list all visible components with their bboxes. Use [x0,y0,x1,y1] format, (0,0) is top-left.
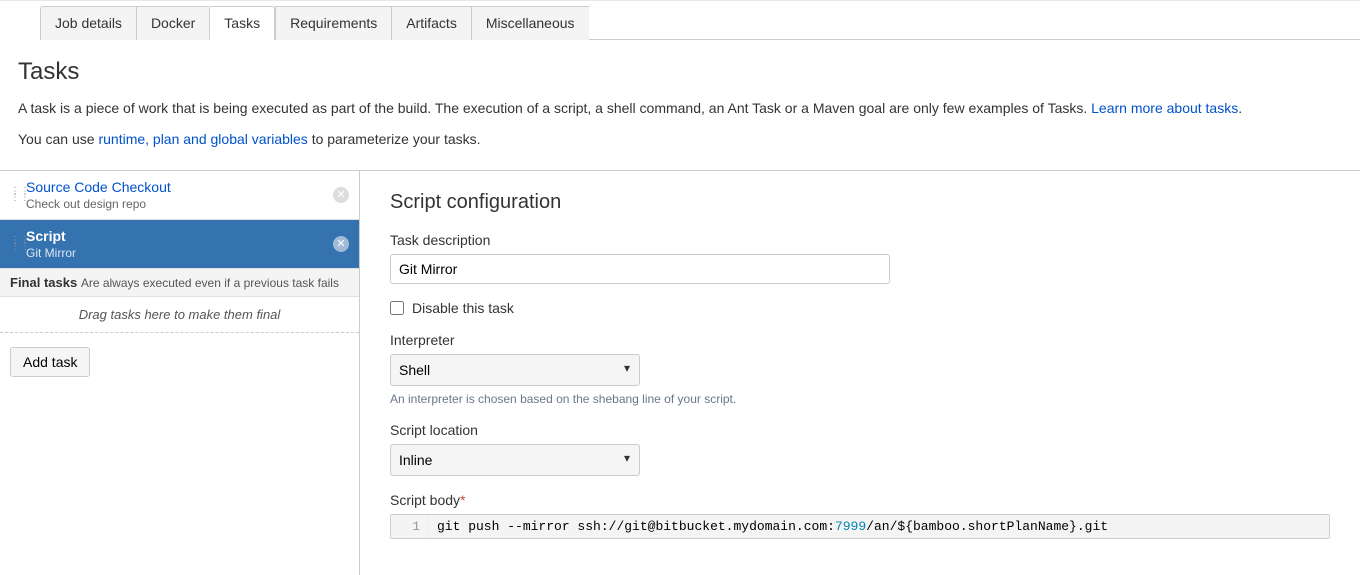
script-body-label: Script body* [390,492,1330,508]
disable-task-label: Disable this task [412,300,514,316]
script-location-label: Script location [390,422,1330,438]
final-tasks-sub: Are always executed even if a previous t… [81,276,339,290]
disable-task-checkbox[interactable] [390,301,404,315]
learn-more-link[interactable]: Learn more about tasks [1091,100,1238,116]
remove-task-icon[interactable]: ✕ [333,187,349,203]
desc-text: A task is a piece of work that is being … [18,100,1091,116]
variables-link[interactable]: runtime, plan and global variables [98,131,307,147]
final-tasks-label: Final tasks [10,275,77,290]
interpreter-select[interactable]: Shell [390,354,640,386]
desc-post: . [1238,100,1242,116]
desc2-pre: You can use [18,131,98,147]
script-body-editor[interactable]: 1 git push --mirror ssh://git@bitbucket.… [390,514,1330,539]
task-description-label: Task description [390,232,1330,248]
tab-docker[interactable]: Docker [136,6,209,40]
interpreter-hint: An interpreter is chosen based on the sh… [390,392,1330,406]
tab-tasks[interactable]: Tasks [209,6,275,40]
detail-heading: Script configuration [390,191,1330,214]
script-location-select[interactable]: Inline [390,444,640,476]
task-detail-panel: Script configuration Task description Di… [360,171,1360,575]
page-description-1: A task is a piece of work that is being … [18,98,1360,119]
task-list-sidebar: ⋮⋮⋮⋮ Source Code Checkout Check out desi… [0,171,360,575]
task-description-input[interactable] [390,254,890,284]
task-title: Script [26,228,333,244]
task-subtitle: Check out design repo [26,197,333,211]
drag-handle-icon[interactable]: ⋮⋮⋮⋮ [10,238,20,250]
final-tasks-drop-zone[interactable]: Drag tasks here to make them final [0,297,359,333]
code-body[interactable]: git push --mirror ssh://git@bitbucket.my… [429,515,1329,538]
page-description-2: You can use runtime, plan and global var… [18,129,1360,150]
task-item-source-code-checkout[interactable]: ⋮⋮⋮⋮ Source Code Checkout Check out desi… [0,171,359,220]
add-task-button[interactable]: Add task [10,347,90,377]
interpreter-label: Interpreter [390,332,1330,348]
page-title: Tasks [18,58,1360,86]
tabs: Job details Docker Tasks Requirements Ar… [40,5,1360,40]
task-title: Source Code Checkout [26,179,333,195]
final-tasks-header: Final tasks Are always executed even if … [0,269,359,297]
tab-job-details[interactable]: Job details [40,6,136,40]
tab-artifacts[interactable]: Artifacts [391,6,471,40]
task-item-script[interactable]: ⋮⋮⋮⋮ Script Git Mirror ✕ [0,220,359,269]
drag-handle-icon[interactable]: ⋮⋮⋮⋮ [10,189,20,201]
tab-requirements[interactable]: Requirements [275,6,391,40]
desc2-post: to parameterize your tasks. [308,131,481,147]
task-subtitle: Git Mirror [26,246,333,260]
required-asterisk: * [460,492,465,508]
remove-task-icon[interactable]: ✕ [333,236,349,252]
disable-task-row[interactable]: Disable this task [390,300,1330,316]
tab-miscellaneous[interactable]: Miscellaneous [471,6,589,40]
code-line-number: 1 [391,515,429,538]
